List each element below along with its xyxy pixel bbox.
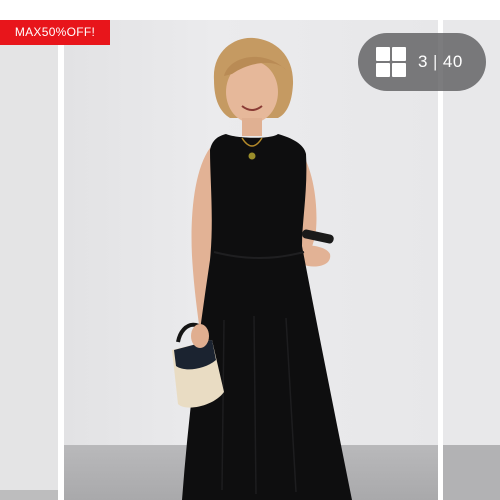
previous-slide-floor <box>0 490 58 500</box>
model-photo <box>172 37 352 500</box>
model-neck <box>242 118 262 136</box>
top-strip <box>0 0 500 20</box>
product-image-carousel[interactable]: MAX50%OFF! 3 | 40 <box>0 0 500 500</box>
current-slide-photo[interactable] <box>64 20 438 500</box>
previous-slide[interactable] <box>0 44 58 500</box>
grid-icon-cell <box>376 47 390 61</box>
next-slide[interactable] <box>443 20 500 500</box>
grid-icon <box>376 47 406 77</box>
current-photo-number: 3 <box>418 52 428 71</box>
photo-counter-text: 3 | 40 <box>418 52 463 72</box>
photo-gallery-button[interactable]: 3 | 40 <box>358 33 486 91</box>
grid-icon-cell <box>376 63 390 77</box>
grid-icon-cell <box>392 63 406 77</box>
sale-badge: MAX50%OFF! <box>0 20 110 45</box>
counter-separator: | <box>432 52 438 71</box>
total-photo-count: 40 <box>442 52 463 71</box>
necklace-pendant <box>248 152 256 160</box>
grid-icon-cell <box>392 47 406 61</box>
model-left-hand <box>191 324 209 348</box>
next-slide-floor <box>443 445 500 500</box>
